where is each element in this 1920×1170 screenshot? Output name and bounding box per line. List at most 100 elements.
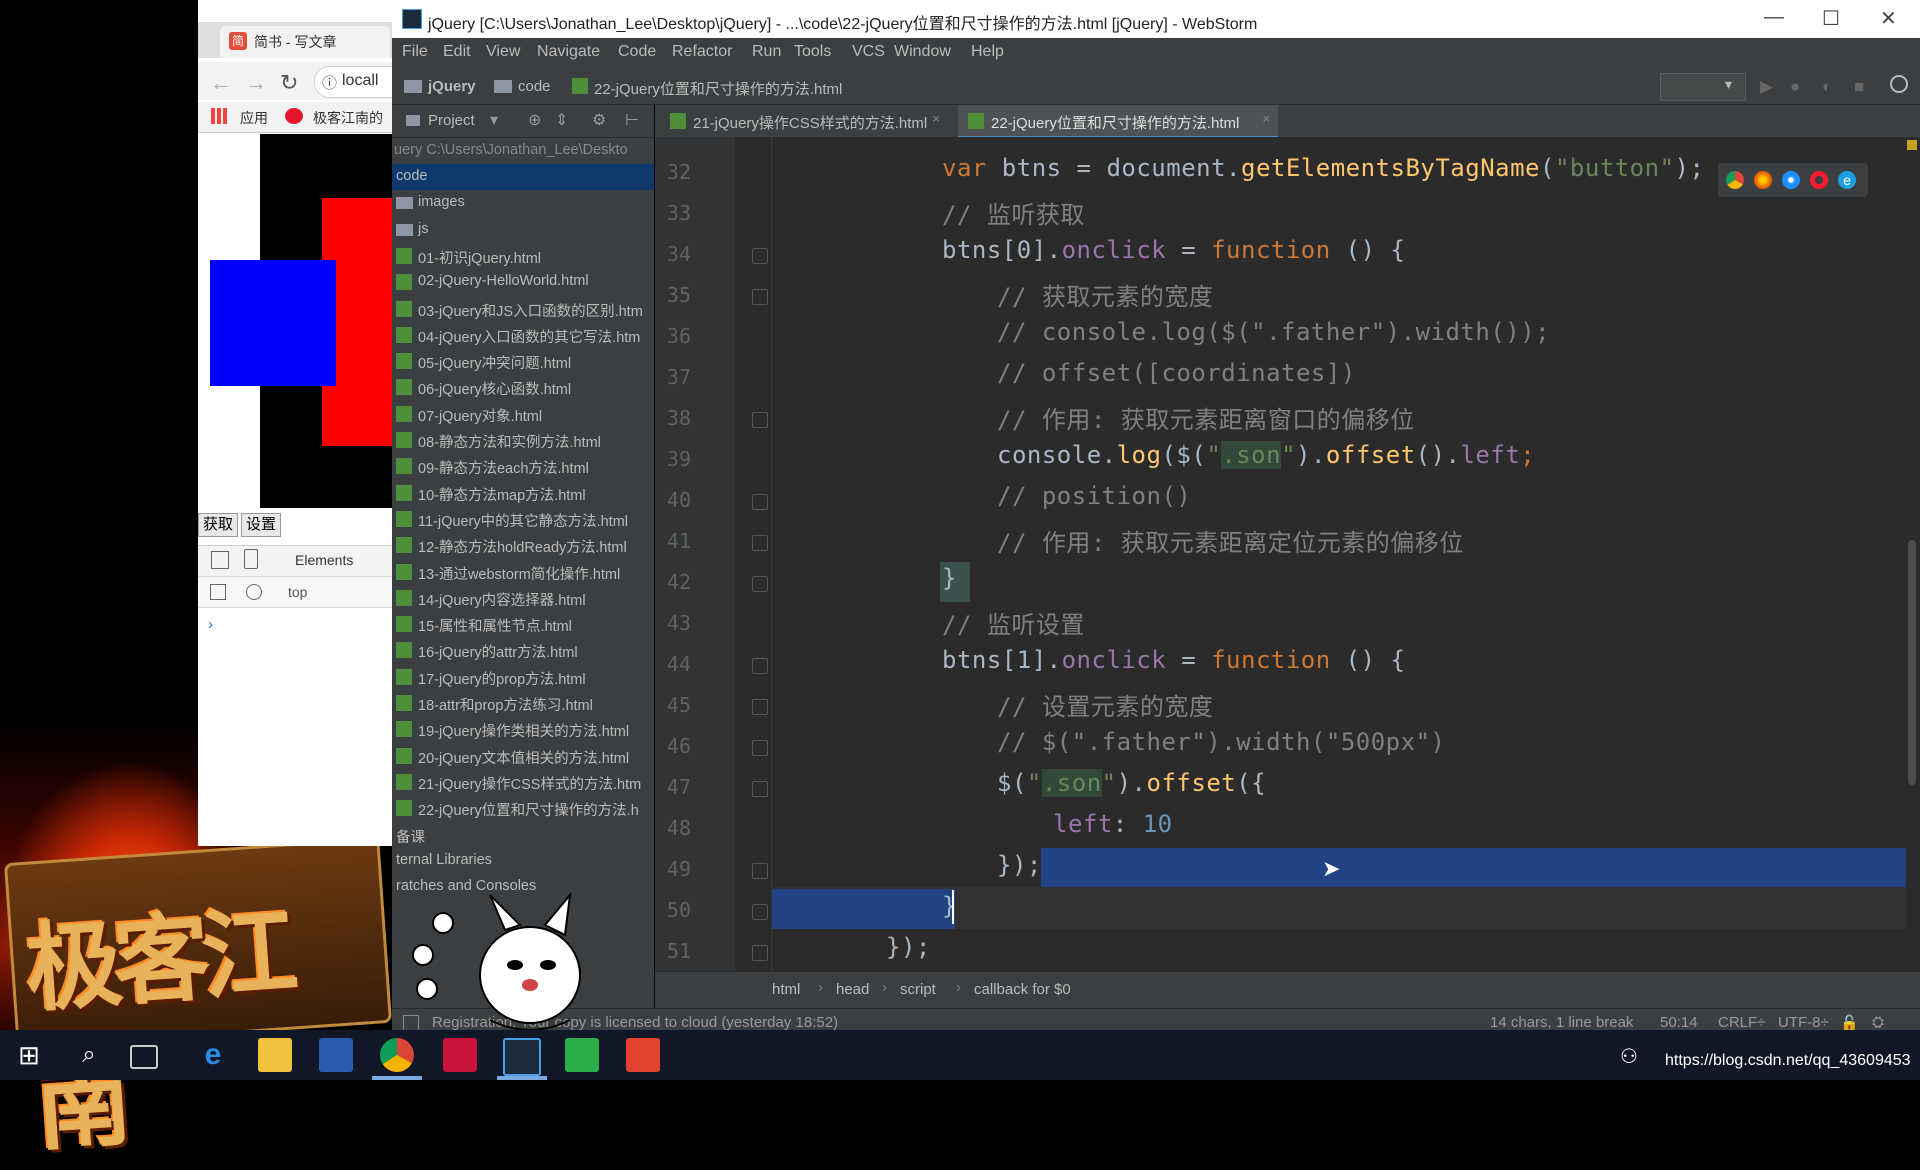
close-icon[interactable]: ✕ xyxy=(1880,6,1897,31)
run-icon[interactable]: ▶ xyxy=(1760,77,1773,97)
fold-marker-icon[interactable] xyxy=(752,494,768,510)
windows-start-icon[interactable]: ⊞ xyxy=(12,1038,46,1072)
coverage-icon[interactable]: ◐ xyxy=(1822,77,1832,97)
tree-item[interactable]: 16-jQuery的attr方法.html xyxy=(392,637,654,663)
inspect-icon[interactable] xyxy=(211,551,229,569)
fold-marker-icon[interactable] xyxy=(752,945,768,961)
safari-icon[interactable] xyxy=(1782,171,1800,189)
run-config-select[interactable] xyxy=(1660,73,1746,101)
ie-icon[interactable]: e xyxy=(1838,171,1856,189)
menu-edit[interactable]: Edit xyxy=(443,43,471,61)
camtasia-icon[interactable] xyxy=(565,1038,599,1072)
minimize-icon[interactable]: — xyxy=(1764,6,1784,29)
menu-vcs[interactable]: VCS xyxy=(852,43,885,61)
people-icon[interactable]: ⚇ xyxy=(1620,1044,1638,1069)
menu-navigate[interactable]: Navigate xyxy=(537,43,600,61)
apps-grid-icon[interactable] xyxy=(211,108,227,124)
get-button[interactable]: 获取 xyxy=(198,513,238,537)
debug-icon[interactable]: ● xyxy=(1790,77,1800,97)
tree-item[interactable]: 08-静态方法和实例方法.html xyxy=(392,427,654,453)
menu-run[interactable]: Run xyxy=(752,43,781,61)
gear-icon[interactable]: ⚙ xyxy=(592,110,606,130)
search-icon[interactable]: ⌕ xyxy=(72,1038,106,1072)
tree-item[interactable]: 06-jQuery核心函数.html xyxy=(392,374,654,400)
tool-windows-icon[interactable] xyxy=(403,1015,419,1031)
tree-item[interactable]: 15-属性和属性节点.html xyxy=(392,611,654,637)
devtools-tab-elements[interactable]: Elements xyxy=(295,552,353,568)
file-explorer-icon[interactable] xyxy=(258,1038,292,1072)
chrome-icon[interactable] xyxy=(380,1038,414,1072)
tab-22-position[interactable]: 22-jQuery位置和尺寸操作的方法.html × xyxy=(958,105,1278,139)
search-icon[interactable] xyxy=(1890,75,1908,93)
tree-item[interactable]: 11-jQuery中的其它静态方法.html xyxy=(392,506,654,532)
info-icon[interactable]: ⓘ xyxy=(322,72,337,93)
tree-item[interactable]: 20-jQuery文本值相关的方法.html xyxy=(392,743,654,769)
firefox-icon[interactable] xyxy=(1754,171,1772,189)
tab-21-css[interactable]: 21-jQuery操作CSS样式的方法.html × xyxy=(660,105,948,136)
tree-item[interactable]: images xyxy=(392,190,654,216)
breadcrumb-head[interactable]: head xyxy=(836,981,869,998)
breadcrumb-script[interactable]: script xyxy=(900,981,936,998)
menu-view[interactable]: View xyxy=(486,43,520,61)
clear-console-icon[interactable] xyxy=(246,584,262,600)
console-sidebar-icon[interactable] xyxy=(210,584,226,600)
menu-code[interactable]: Code xyxy=(618,43,656,61)
menu-window[interactable]: Window xyxy=(894,43,951,61)
fold-marker-icon[interactable] xyxy=(752,535,768,551)
reload-icon[interactable]: ↻ xyxy=(280,70,298,96)
tree-item[interactable]: 22-jQuery位置和尺寸操作的方法.h xyxy=(392,795,654,821)
tree-item[interactable]: 05-jQuery冲突问题.html xyxy=(392,348,654,374)
fold-marker-icon[interactable] xyxy=(752,248,768,264)
tree-item[interactable]: 09-静态方法each方法.html xyxy=(392,453,654,479)
edge-icon[interactable]: e xyxy=(196,1038,230,1072)
fold-marker-icon[interactable] xyxy=(752,863,768,879)
breadcrumb-callback[interactable]: callback for $0 xyxy=(974,981,1071,998)
tree-item[interactable]: 18-attr和prop方法练习.html xyxy=(392,690,654,716)
xmind-icon[interactable] xyxy=(443,1038,477,1072)
close-tab-icon[interactable]: × xyxy=(1262,111,1270,126)
webstorm-icon[interactable] xyxy=(503,1038,541,1076)
tree-item[interactable]: 07-jQuery对象.html xyxy=(392,401,654,427)
collapse-icon[interactable]: ⇕ xyxy=(555,110,568,130)
tree-root-path[interactable]: uery C:\Users\Jonathan_Lee\Deskto xyxy=(392,138,654,164)
bookmark-site[interactable]: 极客江南的 xyxy=(313,108,383,128)
console-prompt[interactable]: › xyxy=(208,616,213,633)
task-view-icon[interactable] xyxy=(130,1045,158,1069)
scrollbar-thumb[interactable] xyxy=(1908,540,1916,785)
status-caret-position[interactable]: 50:14 xyxy=(1660,1014,1698,1031)
chevron-down-icon[interactable]: ▾ xyxy=(490,110,498,130)
fold-marker-icon[interactable] xyxy=(752,289,768,305)
tree-item[interactable]: 21-jQuery操作CSS样式的方法.htm xyxy=(392,769,654,795)
project-panel-title[interactable]: Project xyxy=(428,112,475,129)
fold-marker-icon[interactable] xyxy=(752,904,768,920)
stop-icon[interactable]: ■ xyxy=(1854,77,1864,97)
tree-item[interactable]: 备课 xyxy=(392,822,654,848)
tree-item[interactable]: ternal Libraries xyxy=(392,848,654,874)
menu-file[interactable]: File xyxy=(402,43,428,61)
console-context[interactable]: top xyxy=(288,584,307,600)
nav-crumb-project[interactable]: jQuery xyxy=(428,78,476,95)
tree-item[interactable]: 19-jQuery操作类相关的方法.html xyxy=(392,716,654,742)
locate-icon[interactable]: ⊕ xyxy=(528,110,541,130)
tree-item[interactable]: js xyxy=(392,217,654,243)
close-tab-icon[interactable]: × xyxy=(932,111,940,126)
tree-item[interactable]: 14-jQuery内容选择器.html xyxy=(392,585,654,611)
tree-item[interactable]: 13-通过webstorm简化操作.html xyxy=(392,559,654,585)
opera-icon[interactable] xyxy=(1810,171,1828,189)
status-line-separator[interactable]: CRLF÷ xyxy=(1718,1014,1765,1031)
tree-item[interactable]: 01-初识jQuery.html xyxy=(392,243,654,269)
nav-crumb-file[interactable]: 22-jQuery位置和尺寸操作的方法.html xyxy=(594,78,842,99)
forward-arrow-icon[interactable]: → xyxy=(245,70,267,96)
device-toggle-icon[interactable] xyxy=(244,549,258,569)
tree-item[interactable]: code xyxy=(392,164,654,190)
tree-item[interactable]: 12-静态方法holdReady方法.html xyxy=(392,532,654,558)
menu-help[interactable]: Help xyxy=(971,43,1004,61)
menu-tools[interactable]: Tools xyxy=(794,43,831,61)
status-encoding[interactable]: UTF-8÷ xyxy=(1778,1014,1829,1031)
fold-marker-icon[interactable] xyxy=(752,781,768,797)
tree-item[interactable]: 10-静态方法map方法.html xyxy=(392,480,654,506)
menu-refactor[interactable]: Refactor xyxy=(672,43,732,61)
back-arrow-icon[interactable]: ← xyxy=(210,70,232,96)
maximize-icon[interactable]: ☐ xyxy=(1822,6,1840,31)
fold-marker-icon[interactable] xyxy=(752,740,768,756)
